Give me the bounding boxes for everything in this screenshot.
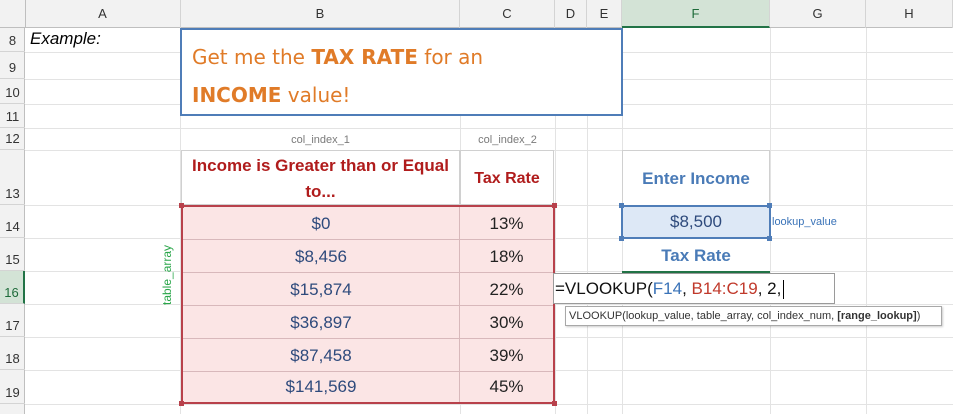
column-header-h[interactable]: H [866,0,953,28]
callout-bold-text: TAX RATE [311,45,418,69]
row-header-8[interactable]: 8 [0,28,25,52]
callout-text: value! [281,83,351,107]
table-row: $8,456 18% [183,240,553,273]
table-row: $141,569 45% [183,372,553,402]
formula-prefix: =VLOOKUP( [555,279,653,298]
formula-edit-cell[interactable]: =VLOOKUP(F14, B14:C19, 2, [553,273,835,304]
row-header-18[interactable]: 18 [0,337,25,370]
column-header-g[interactable]: G [770,0,866,28]
rate-cell[interactable]: 13% [460,207,553,239]
enter-income-label: Enter Income [622,150,770,206]
tooltip-close: ) [916,310,921,322]
range-resize-handle[interactable] [552,401,557,406]
column-header-a[interactable]: A [25,0,181,28]
income-cell[interactable]: $141,569 [183,372,460,402]
range-resize-handle[interactable] [552,203,557,208]
lookup-value-label: lookup_value [772,216,837,228]
callout-bold-text: INCOME [192,83,282,107]
table-row: $0 13% [183,207,553,240]
row-header-11[interactable]: 11 [0,104,25,128]
row-header-16[interactable]: 16 [0,271,25,304]
column-header-b[interactable]: B [181,0,460,28]
formula-ref-lookup: F14 [652,279,683,298]
table-row: $36,897 30% [183,306,553,339]
income-cell[interactable]: $36,897 [183,306,460,338]
callout-text: Get me the [192,45,312,69]
formula-separator: , [682,279,692,298]
table-row: $15,874 22% [183,273,553,306]
row-header-15[interactable]: 15 [0,238,25,271]
income-cell[interactable]: $0 [183,207,460,239]
tooltip-text: VLOOKUP(lookup_value, table_array, col_i… [569,310,838,322]
table-row: $87,458 39% [183,339,553,372]
table-header-tax-rate[interactable]: Tax Rate [460,150,554,205]
row-header-13[interactable]: 13 [0,150,25,205]
callout-line-2: INCOME value! [192,76,611,114]
select-all-corner[interactable] [0,0,26,28]
column-header-e[interactable]: E [587,0,622,28]
table-header-income[interactable]: Income is Greater than or Equal to... [181,150,460,205]
function-argument-tooltip[interactable]: VLOOKUP(lookup_value, table_array, col_i… [565,306,942,326]
cell-resize-handle[interactable] [767,203,772,208]
cell-resize-handle[interactable] [619,203,624,208]
col-index-2-label: col_index_2 [478,134,537,146]
column-header-f[interactable]: F [622,0,770,28]
row-header-17[interactable]: 17 [0,304,25,337]
table-array-range[interactable]: $0 13% $8,456 18% $15,874 22% $36,897 30… [181,205,555,404]
range-resize-handle[interactable] [179,203,184,208]
range-resize-handle[interactable] [179,401,184,406]
rate-cell[interactable]: 45% [460,372,553,402]
col-index-1-label: col_index_1 [291,134,350,146]
callout-textbox[interactable]: Get me the TAX RATE for an INCOME value! [180,28,623,116]
rate-cell[interactable]: 39% [460,339,553,371]
callout-line-1: Get me the TAX RATE for an [192,38,611,76]
text-cursor [783,280,785,300]
row-header-12[interactable]: 12 [0,128,25,150]
rate-cell[interactable]: 18% [460,240,553,272]
income-cell[interactable]: $87,458 [183,339,460,371]
income-cell[interactable]: $8,456 [183,240,460,272]
formula-suffix: , 2, [757,279,782,298]
row-header-bar: 8 9 10 11 12 13 14 15 16 17 18 19 [0,28,25,414]
formula-ref-table: B14:C19 [691,279,758,298]
row-header-19[interactable]: 19 [0,370,25,404]
column-header-c[interactable]: C [460,0,555,28]
tax-rate-result-label: Tax Rate [661,246,731,265]
row-header-14[interactable]: 14 [0,205,25,238]
row-header-9[interactable]: 9 [0,52,25,79]
example-label: Example: [30,29,101,48]
income-input-cell[interactable]: $8,500 [621,205,771,239]
rate-cell[interactable]: 30% [460,306,553,338]
callout-text: for an [417,45,484,69]
column-header-d[interactable]: D [555,0,587,28]
table-array-label: table_array [160,244,174,305]
row-header-10[interactable]: 10 [0,79,25,104]
column-header-bar: A B C D E F G H [0,0,953,28]
tooltip-current-arg: [range_lookup] [837,310,917,322]
rate-cell[interactable]: 22% [460,273,553,305]
